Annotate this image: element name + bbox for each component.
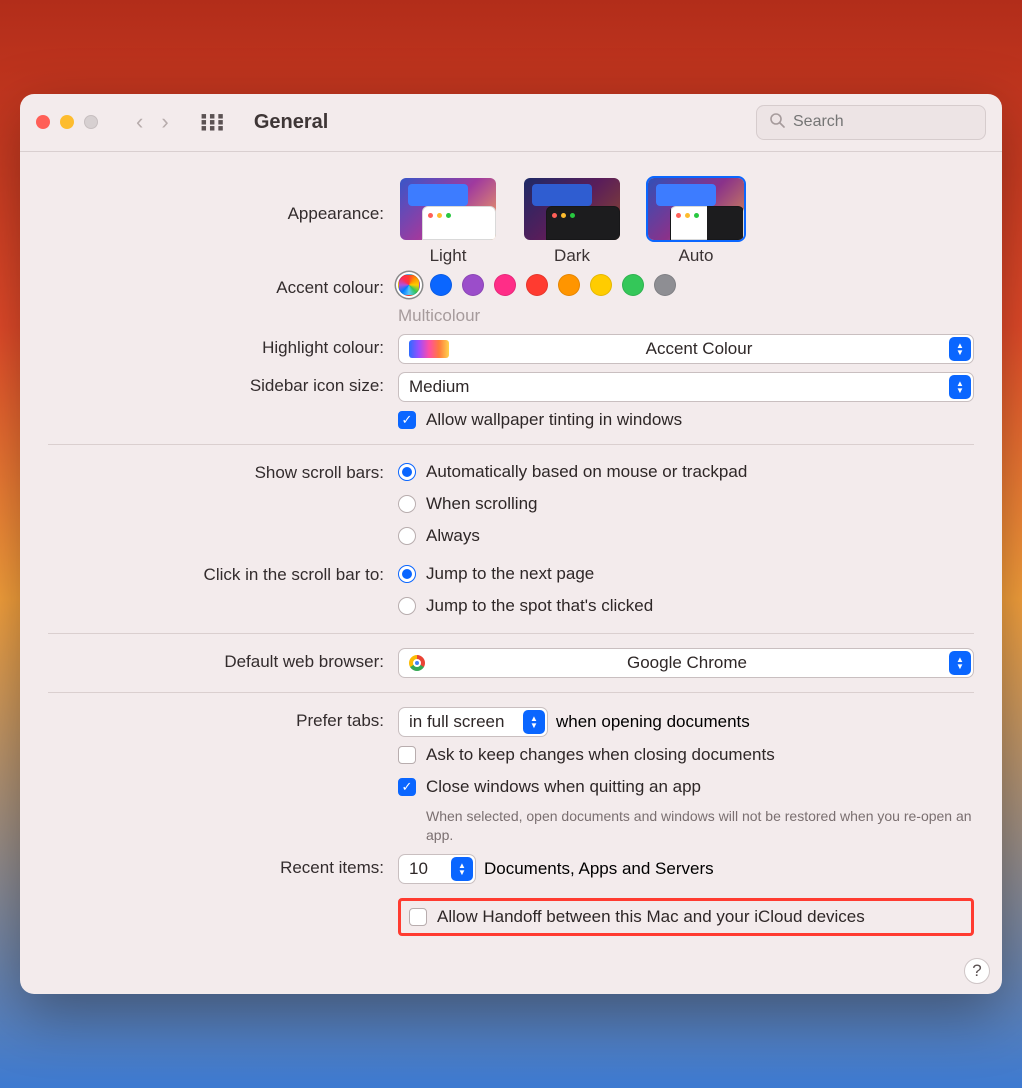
prefer-tabs-value: in full screen (409, 712, 504, 732)
chevron-updown-icon (451, 857, 473, 881)
chevron-updown-icon (949, 651, 971, 675)
recent-label: Recent items: (48, 854, 398, 878)
appearance-dark-label: Dark (554, 246, 590, 266)
radio-icon (398, 565, 416, 583)
radio-icon (398, 463, 416, 481)
default-browser-select[interactable]: Google Chrome (398, 648, 974, 678)
sidebar-label: Sidebar icon size: (48, 372, 398, 396)
chevron-updown-icon (949, 375, 971, 399)
scrollbars-auto-label: Automatically based on mouse or trackpad (426, 462, 747, 482)
separator (48, 692, 974, 693)
titlebar: ‹ › ▪▪▪▪▪▪▪▪▪ General (20, 94, 1002, 152)
accent-multicolour[interactable] (398, 274, 420, 296)
close-windows-checkbox[interactable]: Close windows when quitting an app (398, 777, 974, 797)
radio-icon (398, 495, 416, 513)
accent-caption: Multicolour (398, 306, 974, 326)
separator (48, 633, 974, 634)
close-windows-label: Close windows when quitting an app (426, 777, 701, 797)
checkbox-icon (409, 908, 427, 926)
accent-purple[interactable] (462, 274, 484, 296)
sidebar-size-select[interactable]: Medium (398, 372, 974, 402)
wallpaper-tinting-label: Allow wallpaper tinting in windows (426, 410, 682, 430)
scrollbars-scrolling-radio[interactable]: When scrolling (398, 494, 974, 514)
search-input[interactable] (793, 113, 973, 131)
preferences-window: ‹ › ▪▪▪▪▪▪▪▪▪ General Appearance: Light (20, 94, 1002, 995)
highlight-label: Highlight colour: (48, 334, 398, 358)
checkbox-icon (398, 411, 416, 429)
separator (48, 444, 974, 445)
show-all-icon[interactable]: ▪▪▪▪▪▪▪▪▪ (201, 113, 226, 131)
handoff-highlight: Allow Handoff between this Mac and your … (398, 898, 974, 936)
scrollbars-auto-radio[interactable]: Automatically based on mouse or trackpad (398, 462, 974, 482)
accent-pink[interactable] (494, 274, 516, 296)
accent-colors (398, 274, 974, 296)
window-controls (36, 115, 98, 129)
appearance-auto-label: Auto (679, 246, 714, 266)
chevron-updown-icon (949, 337, 971, 361)
browser-label: Default web browser: (48, 648, 398, 672)
prefer-tabs-select[interactable]: in full screen (398, 707, 548, 737)
highlight-value: Accent Colour (646, 339, 753, 359)
recent-items-value: 10 (409, 859, 428, 879)
chrome-icon (409, 655, 425, 671)
nav-arrows: ‹ › (136, 109, 169, 135)
handoff-label: Allow Handoff between this Mac and your … (437, 907, 865, 927)
accent-orange[interactable] (558, 274, 580, 296)
prefer-tabs-suffix: when opening documents (556, 712, 750, 732)
clickbar-spot-radio[interactable]: Jump to the spot that's clicked (398, 596, 974, 616)
accent-label: Accent colour: (48, 274, 398, 298)
clickbar-label: Click in the scroll bar to: (48, 561, 398, 585)
radio-icon (398, 527, 416, 545)
wallpaper-tinting-checkbox[interactable]: Allow wallpaper tinting in windows (398, 410, 974, 430)
accent-yellow[interactable] (590, 274, 612, 296)
close-window-button[interactable] (36, 115, 50, 129)
appearance-light-label: Light (430, 246, 467, 266)
accent-blue[interactable] (430, 274, 452, 296)
browser-value: Google Chrome (627, 653, 747, 673)
minimize-window-button[interactable] (60, 115, 74, 129)
accent-graphite[interactable] (654, 274, 676, 296)
highlight-select[interactable]: Accent Colour (398, 334, 974, 364)
page-title: General (254, 111, 328, 134)
recent-items-select[interactable]: 10 (398, 854, 476, 884)
appearance-dark[interactable]: Dark (522, 176, 622, 266)
close-windows-hint: When selected, open documents and window… (398, 807, 974, 845)
search-field[interactable] (756, 105, 986, 140)
chevron-updown-icon (523, 710, 545, 734)
ask-keep-changes-checkbox[interactable]: Ask to keep changes when closing documen… (398, 745, 974, 765)
appearance-auto[interactable]: Auto (646, 176, 746, 266)
appearance-light[interactable]: Light (398, 176, 498, 266)
help-button[interactable]: ? (964, 958, 990, 984)
radio-icon (398, 597, 416, 615)
handoff-checkbox[interactable]: Allow Handoff between this Mac and your … (409, 907, 865, 927)
recent-items-suffix: Documents, Apps and Servers (484, 859, 714, 879)
ask-keep-changes-label: Ask to keep changes when closing documen… (426, 745, 775, 765)
forward-button[interactable]: › (161, 109, 168, 135)
prefer-tabs-label: Prefer tabs: (48, 707, 398, 731)
scrollbars-always-label: Always (426, 526, 480, 546)
clickbar-nextpage-label: Jump to the next page (426, 564, 594, 584)
scrollbars-label: Show scroll bars: (48, 459, 398, 483)
clickbar-nextpage-radio[interactable]: Jump to the next page (398, 564, 974, 584)
search-icon (769, 112, 785, 133)
appearance-label: Appearance: (48, 176, 398, 224)
accent-red[interactable] (526, 274, 548, 296)
back-button[interactable]: ‹ (136, 109, 143, 135)
sidebar-size-value: Medium (409, 377, 469, 397)
appearance-options: Light Dark Auto (398, 176, 974, 266)
highlight-swatch (409, 340, 449, 358)
scrollbars-always-radio[interactable]: Always (398, 526, 974, 546)
checkbox-icon (398, 778, 416, 796)
clickbar-spot-label: Jump to the spot that's clicked (426, 596, 653, 616)
scrollbars-scrolling-label: When scrolling (426, 494, 538, 514)
checkbox-icon (398, 746, 416, 764)
zoom-window-button[interactable] (84, 115, 98, 129)
accent-green[interactable] (622, 274, 644, 296)
content: Appearance: Light Dark Auto (20, 152, 1002, 953)
